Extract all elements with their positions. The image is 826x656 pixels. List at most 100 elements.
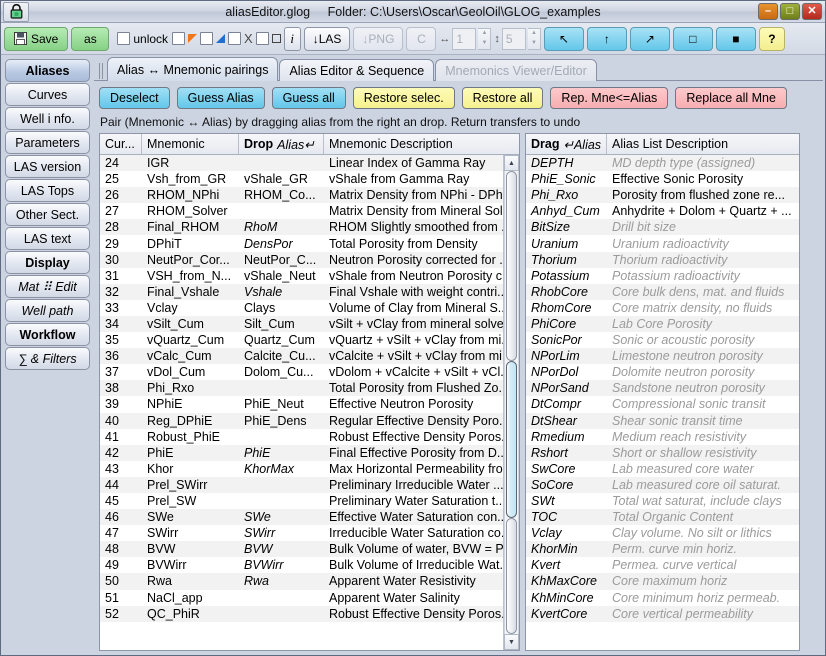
list-item[interactable]: Anhyd_Cum Anhydrite + Dolom + Quartz + ..… (526, 203, 799, 219)
restore-all-button[interactable]: Restore all (461, 87, 544, 109)
table-row[interactable]: 30 NeutPor_Cor... NeutPor_C... Neutron Poro… (100, 251, 503, 268)
cell-alias[interactable]: PhiE_Neut (239, 397, 324, 411)
sidebar-item-las-version[interactable]: LAS version (5, 155, 90, 178)
replace-mnemonic-from-alias-button[interactable]: Rep. Mne<=Alias (550, 87, 669, 109)
list-item[interactable]: Uranium Uranium radioactivity (526, 235, 799, 251)
cross-checkbox[interactable] (228, 32, 242, 45)
sidebar-item-las-text[interactable]: LAS text (5, 227, 90, 250)
cell-alias-name[interactable]: NPorSand (526, 381, 607, 395)
cell-alias-name[interactable]: KhorMin (526, 542, 607, 556)
cell-alias[interactable]: PhiE_Dens (239, 414, 324, 428)
table-row[interactable]: 51 NaCl_app Apparent Water Salinity (100, 590, 503, 606)
table-row[interactable]: 49 BVWirr BVWirr Bulk Volume of Irreducible… (100, 557, 503, 573)
table-row[interactable]: 52 QC_PhiR Robust Effective Density Poros.… (100, 605, 503, 622)
sidebar-item-mat-edit[interactable]: Mat ⠿ Edit (5, 275, 90, 298)
guess-alias-button[interactable]: Guess Alias (176, 87, 265, 109)
list-item[interactable]: SwCore Lab measured core water (526, 461, 799, 477)
save-button[interactable]: Save (4, 26, 69, 51)
list-item[interactable]: NPorSand Sandstone neutron porosity (526, 380, 799, 397)
table-row[interactable]: 32 Final_Vshale Vshale Final Vshale with we… (100, 283, 503, 300)
table-row[interactable]: 38 Phi_Rxo Total Porosity from Flushed Zo.… (100, 380, 503, 397)
list-item[interactable]: RhobCore Core bulk dens, mat. and fluids (526, 283, 799, 300)
table-row[interactable]: 27 RHOM_Solver Matrix Density from Mineral… (100, 203, 503, 219)
cell-alias[interactable]: Vshale (239, 285, 324, 299)
cell-alias-name[interactable]: Kvert (526, 558, 607, 572)
sidebar-item-well-path[interactable]: Well path (5, 299, 90, 322)
list-item[interactable]: Kvert Permea. curve vertical (526, 557, 799, 573)
orange-flag-checkbox[interactable] (172, 32, 186, 45)
list-item[interactable]: PhiCore Lab Core Porosity (526, 315, 799, 333)
close-button[interactable]: ✕ (802, 3, 822, 20)
replace-all-mnemonics-button[interactable]: Replace all Mne (675, 87, 787, 109)
restore-selection-button[interactable]: Restore selec. (352, 87, 455, 109)
cell-alias-name[interactable]: RhobCore (526, 285, 607, 299)
header-mnemonic-description[interactable]: Mnemonic Description (324, 134, 519, 154)
cell-alias-name[interactable]: Rmedium (526, 430, 607, 444)
height-spin-arrows[interactable]: ▲ ▼ (527, 27, 541, 50)
cell-alias[interactable]: SWirr (239, 526, 324, 540)
height-value[interactable]: 5 (501, 27, 526, 50)
table-row[interactable]: 46 SWe SWe Effective Water Saturation con..… (100, 509, 503, 526)
tab-alias-editor-sequence[interactable]: Alias Editor & Sequence (279, 59, 435, 81)
list-item[interactable]: NPorLim Limestone neutron porosity (526, 348, 799, 365)
table-row[interactable]: 33 Vclay Clays Volume of Clay from Mineral … (100, 300, 503, 316)
deselect-button[interactable]: Deselect (99, 87, 170, 109)
cell-alias-name[interactable]: SoCore (526, 478, 607, 492)
list-item[interactable]: KvertCore Core vertical permeability (526, 605, 799, 622)
tab-drag-handle[interactable] (99, 63, 105, 79)
table-row[interactable]: 24 IGR Linear Index of Gamma Ray (100, 155, 503, 172)
cell-alias-name[interactable]: Potassium (526, 269, 607, 283)
list-item[interactable]: SoCore Lab measured core oil saturat. (526, 476, 799, 493)
list-item[interactable]: KhMinCore Core minimum horiz permeab. (526, 590, 799, 606)
list-item[interactable]: RhomCore Core matrix density, no fluids (526, 300, 799, 316)
cell-alias[interactable]: Rwa (239, 574, 324, 588)
cell-alias[interactable]: NeutPor_C... (239, 253, 324, 267)
width-spin-arrows[interactable]: ▲ ▼ (478, 27, 492, 50)
scroll-down-button[interactable]: ▼ (504, 634, 519, 650)
table-row[interactable]: 31 VSH_from_N... vShale_Neut vShale from Ne… (100, 268, 503, 284)
minimize-button[interactable]: – (758, 3, 778, 20)
cell-alias-name[interactable]: Vclay (526, 526, 607, 540)
cell-alias-name[interactable]: DtShear (526, 414, 607, 428)
cell-alias-name[interactable]: PhiCore (526, 317, 607, 331)
cell-alias-name[interactable]: KhMinCore (526, 591, 607, 605)
sidebar-item-other-sect[interactable]: Other Sect. (5, 203, 90, 226)
list-item[interactable]: TOC Total Organic Content (526, 509, 799, 526)
header-cur[interactable]: Cur... (100, 134, 142, 154)
export-png-button[interactable]: ↓PNG (353, 26, 404, 51)
height-stepper[interactable]: ↕ 5 ▲ ▼ (494, 27, 541, 50)
table-row[interactable]: 26 RHOM_NPhi RHOM_Co... Matrix Density from… (100, 187, 503, 204)
alias-table-body[interactable]: DEPTH MD depth type (assigned) PhiE_Sonic E… (526, 155, 799, 650)
sidebar-item-display[interactable]: Display (5, 251, 90, 274)
header-drop-alias[interactable]: Drop Alias↵ (239, 134, 324, 154)
cell-alias-name[interactable]: DEPTH (526, 156, 607, 170)
sidebar-item-parameters[interactable]: Parameters (5, 131, 90, 154)
cell-alias[interactable]: vShale_Neut (239, 269, 324, 283)
cell-alias-name[interactable]: SWt (526, 494, 607, 508)
cell-alias-name[interactable]: SonicPor (526, 333, 607, 347)
cell-alias-name[interactable]: Thorium (526, 253, 607, 267)
cell-alias[interactable]: PhiE (239, 446, 324, 460)
table-row[interactable]: 34 vSilt_Cum Silt_Cum vSilt + vClay from mi… (100, 315, 503, 333)
list-item[interactable]: Phi_Rxo Porosity from flushed zone re... (526, 187, 799, 204)
cell-alias-name[interactable]: Anhyd_Cum (526, 204, 607, 218)
list-item[interactable]: DEPTH MD depth type (assigned) (526, 155, 799, 172)
cell-alias-name[interactable]: RhomCore (526, 301, 607, 315)
table-row[interactable]: 42 PhiE PhiE Final Effective Porosity from … (100, 444, 503, 461)
square-filled-button[interactable]: ■ (715, 26, 756, 51)
list-item[interactable]: KhorMin Perm. curve min horiz. (526, 541, 799, 558)
list-item[interactable]: Potassium Potassium radioactivity (526, 268, 799, 284)
info-button[interactable]: i (283, 26, 301, 51)
sidebar-item-workflow[interactable]: Workflow (5, 323, 90, 346)
scroll-track[interactable] (504, 171, 519, 634)
cell-alias[interactable]: KhorMax (239, 462, 324, 476)
cell-alias-name[interactable]: NPorDol (526, 365, 607, 379)
lock-button[interactable] (3, 1, 29, 22)
scroll-track-lower[interactable] (506, 518, 517, 634)
table-row[interactable]: 29 DPhiT DensPor Total Porosity from Densit… (100, 235, 503, 251)
tab-mnemonics-viewer-editor[interactable]: Mnemonics Viewer/Editor (435, 59, 597, 81)
square-checkbox[interactable] (255, 32, 269, 45)
cell-alias[interactable]: BVWirr (239, 558, 324, 572)
unlock-checkbox[interactable] (117, 32, 131, 45)
clear-button[interactable]: C (406, 26, 437, 51)
